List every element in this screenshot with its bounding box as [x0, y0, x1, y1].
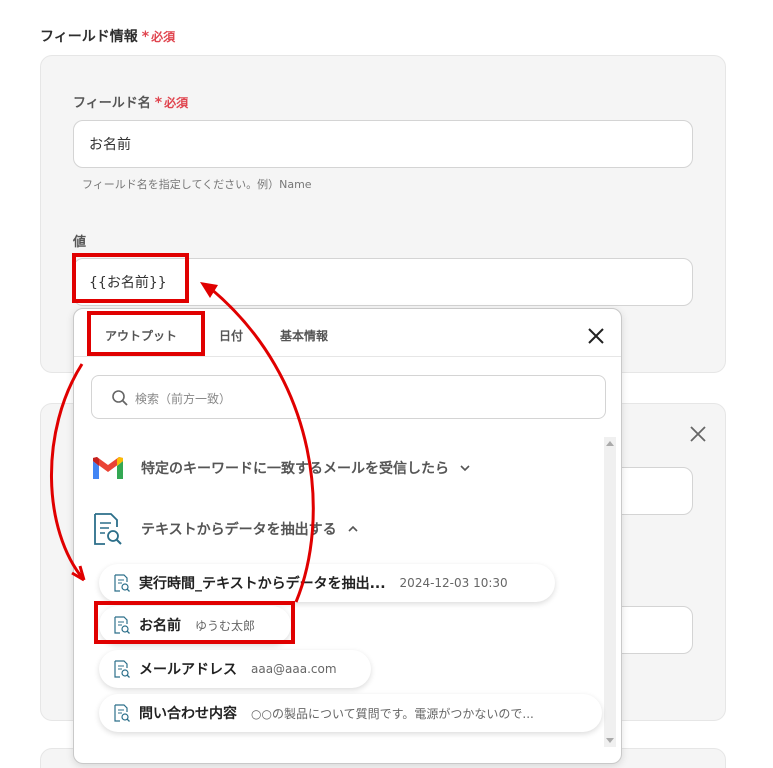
document-search-icon	[94, 513, 122, 545]
output-picker-popup: アウトプット 日付 基本情報 検索（前方一致） 特定のキーワードに一致するメール…	[73, 308, 622, 764]
field-name-label: フィールド名 * 必須	[73, 92, 188, 111]
group-row-extract-text[interactable]: テキストからデータを抽出する	[91, 512, 359, 546]
remove-field-icon[interactable]	[689, 425, 707, 443]
output-item-value: ○○の製品について質問です。電源がつかないので...	[251, 706, 534, 721]
scroll-up-icon[interactable]	[606, 441, 614, 446]
required-text: 必須	[151, 30, 176, 44]
field-name-required-text: 必須	[164, 96, 189, 110]
output-item-value: 2024-12-03 10:30	[399, 576, 508, 590]
gmail-icon	[93, 457, 123, 479]
output-item-value: aaa@aaa.com	[251, 662, 337, 676]
output-item[interactable]: 問い合わせ内容 ○○の製品について質問です。電源がつかないので...	[99, 694, 602, 732]
section-title-text: フィールド情報	[40, 29, 138, 45]
field-name-required-badge: * 必須	[154, 95, 189, 111]
search-input[interactable]: 検索（前方一致）	[91, 375, 606, 419]
group-label-gmail: 特定のキーワードに一致するメールを受信したら	[141, 461, 449, 477]
field-name-helper: フィールド名を指定してください。例）Name	[82, 178, 312, 191]
highlight-output-tab	[87, 311, 205, 356]
document-search-icon	[114, 660, 130, 678]
close-icon[interactable]	[586, 326, 606, 346]
document-search-icon	[114, 574, 130, 592]
output-item-name: メールアドレス	[139, 662, 237, 678]
output-item-name: 実行時間_テキストからデータを抽出...	[139, 576, 386, 592]
search-icon	[112, 390, 128, 406]
tab-basic-info[interactable]: 基本情報	[280, 327, 328, 344]
output-item[interactable]: 実行時間_テキストからデータを抽出... 2024-12-03 10:30	[99, 564, 555, 602]
document-search-icon	[114, 704, 130, 722]
chevron-up-icon	[348, 525, 358, 532]
chevron-down-icon	[460, 465, 470, 472]
value-label: 値	[73, 235, 87, 250]
scrollbar[interactable]	[604, 437, 616, 747]
field-name-input[interactable]: お名前	[73, 120, 693, 168]
output-item-name: 問い合わせ内容	[139, 706, 237, 722]
group-row-gmail-trigger[interactable]: 特定のキーワードに一致するメールを受信したら	[91, 455, 471, 481]
highlight-value-input	[72, 253, 189, 303]
highlight-name-item	[94, 601, 295, 644]
group-label-extract: テキストからデータを抽出する	[141, 522, 337, 538]
section-title: フィールド情報 * 必須	[40, 26, 175, 46]
field-name-label-text: フィールド名	[73, 96, 151, 111]
output-item[interactable]: メールアドレス aaa@aaa.com	[99, 650, 371, 688]
tab-date[interactable]: 日付	[219, 327, 243, 344]
field-name-input-value: お名前	[89, 137, 131, 153]
scroll-down-icon[interactable]	[606, 738, 614, 743]
search-placeholder: 検索（前方一致）	[135, 392, 232, 406]
required-badge: * 必須	[141, 29, 176, 45]
